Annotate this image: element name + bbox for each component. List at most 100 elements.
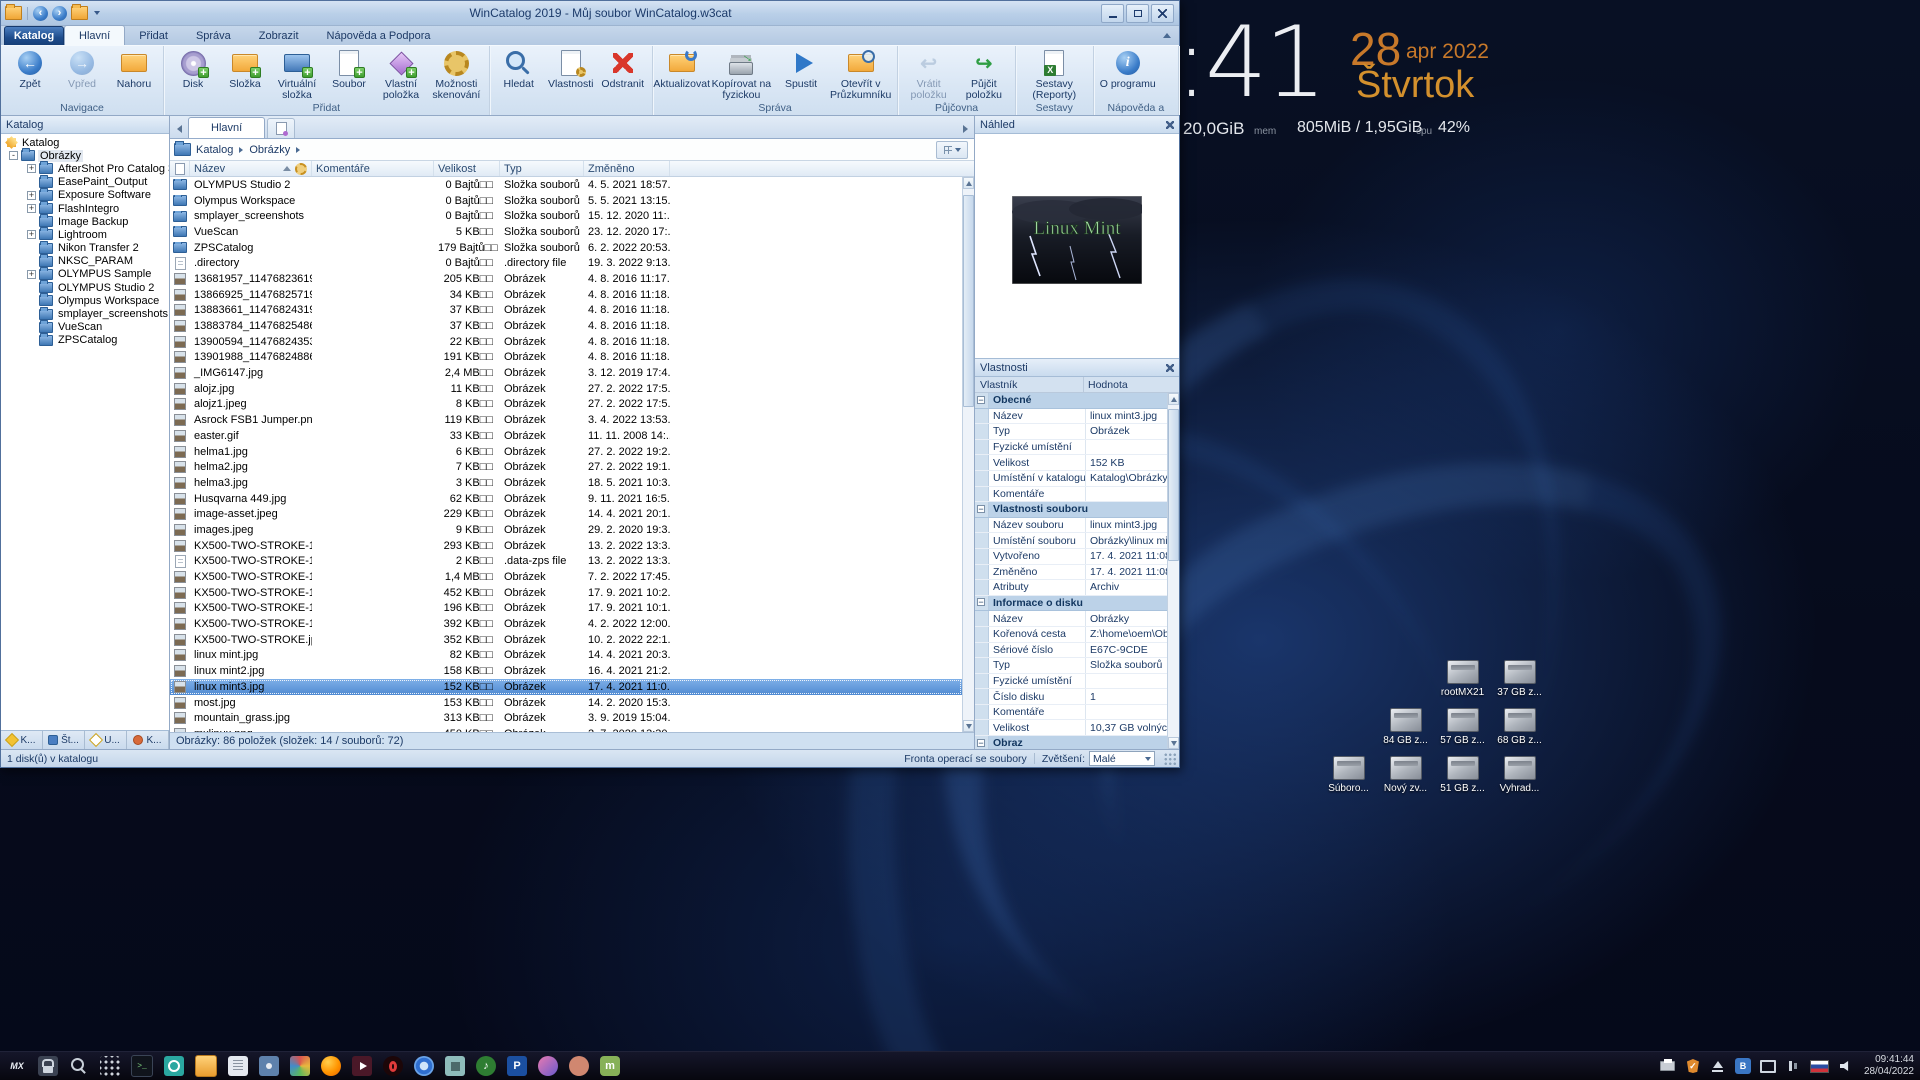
package-installer-icon[interactable]: [445, 1056, 465, 1076]
property-row[interactable]: Velikost 10,37 GB volných ...: [975, 720, 1167, 737]
tree-item[interactable]: Katalog: [1, 136, 169, 149]
search-icon[interactable]: [69, 1056, 89, 1076]
file-row[interactable]: 13900594_114768243530... 22 KB□□ Obrázek…: [170, 334, 962, 350]
audio-player-icon[interactable]: [476, 1056, 496, 1076]
close-preview-icon[interactable]: [1166, 120, 1174, 129]
desktop-drive-icon[interactable]: Súboro...: [1320, 756, 1377, 794]
slovak-flag-icon[interactable]: [1809, 1059, 1829, 1073]
desktop-drive-icon[interactable]: Nový zv...: [1377, 756, 1434, 794]
desktop-drive-icon[interactable]: 84 GB z...: [1377, 708, 1434, 746]
panel-tab[interactable]: U...: [85, 731, 127, 749]
file-row[interactable]: .directory 0 Bajtů□□ .directory file 19.…: [170, 255, 962, 271]
tree-expander-icon[interactable]: [27, 178, 36, 187]
file-row[interactable]: mountain_grass.jpg 313 KB□□ Obrázek 3. 9…: [170, 710, 962, 726]
scroll-up-icon[interactable]: [1168, 393, 1179, 405]
property-row[interactable]: Atributy Archiv: [975, 580, 1167, 596]
tree-item[interactable]: Image Backup: [1, 214, 169, 228]
tree-item[interactable]: smplayer_screenshots: [1, 306, 169, 320]
ribbon-button[interactable]: Půjčit položku: [956, 47, 1012, 102]
view-options-button[interactable]: [936, 140, 968, 159]
tree-expander-icon[interactable]: [27, 217, 36, 226]
property-row[interactable]: Číslo disku 1: [975, 689, 1167, 705]
file-row[interactable]: alojz1.jpeg 8 KB□□ Obrázek 27. 2. 2022 1…: [170, 397, 962, 413]
scroll-down-icon[interactable]: [1168, 737, 1179, 749]
ribbon-button[interactable]: Odstranit: [597, 47, 649, 102]
ribbon-tab[interactable]: Přidat: [125, 27, 182, 45]
file-row[interactable]: KX500-TWO-STROKE-1238... 293 KB□□ Obráze…: [170, 538, 962, 554]
column-header-comments[interactable]: Komentáře: [312, 161, 434, 176]
property-row[interactable]: Obraz: [975, 736, 1167, 749]
file-row[interactable]: _IMG6147.jpg 2,4 MB□□ Obrázek 3. 12. 201…: [170, 365, 962, 381]
tree-item[interactable]: + Lightroom: [1, 227, 169, 241]
mx-menu-icon[interactable]: [7, 1056, 27, 1076]
property-row[interactable]: Název souboru linux mint3.jpg: [975, 517, 1167, 534]
bluetooth-icon[interactable]: [1734, 1058, 1751, 1074]
file-row[interactable]: smplayer_screenshots 0 Bajtů□□ Složka so…: [170, 208, 962, 224]
ribbon-button[interactable]: Aktualizovat: [653, 47, 710, 102]
properties-column-value[interactable]: Hodnota: [1084, 377, 1179, 392]
scrollbar-thumb[interactable]: [1168, 409, 1179, 561]
file-row[interactable]: image-asset.jpeg 229 KB□□ Obrázek 14. 4.…: [170, 506, 962, 522]
ribbon-button[interactable]: Soubor: [323, 47, 375, 102]
file-row[interactable]: 13681957_114768236197... 205 KB□□ Obráze…: [170, 271, 962, 287]
settings-icon[interactable]: [259, 1056, 279, 1076]
ribbon-button[interactable]: Vlastnosti: [545, 47, 597, 102]
tree-expander-icon[interactable]: [27, 310, 36, 319]
file-row[interactable]: helma2.jpg 7 KB□□ Obrázek 27. 2. 2022 19…: [170, 459, 962, 475]
tree-item[interactable]: EasePaint_Output: [1, 174, 169, 189]
ribbon-button[interactable]: Otevřít v Průzkumníku: [827, 47, 894, 102]
resize-grip[interactable]: [1163, 751, 1177, 766]
property-row[interactable]: Typ Složka souborů: [975, 658, 1167, 674]
tree-item[interactable]: + AfterShot Pro Catalog 3: [1, 161, 169, 175]
desktop-drive-icon[interactable]: 57 GB z...: [1434, 708, 1491, 746]
property-row[interactable]: Vlastnosti souboru: [975, 502, 1167, 518]
property-row[interactable]: Informace o disku: [975, 595, 1167, 612]
mint-welcome-icon[interactable]: [600, 1056, 620, 1076]
panel-tab[interactable]: K...: [1, 731, 43, 749]
tree-item[interactable]: OLYMPUS Studio 2: [1, 280, 169, 294]
breadcrumb-arrow-icon[interactable]: [296, 146, 301, 153]
terminal-icon[interactable]: [131, 1055, 153, 1077]
scroll-down-icon[interactable]: [963, 720, 974, 732]
property-row[interactable]: Umístění souboru Obrázky\linux min...: [975, 533, 1167, 549]
desktop-drive-icon[interactable]: 51 GB z...: [1434, 756, 1491, 794]
screenshot-icon[interactable]: [164, 1056, 184, 1076]
lock-icon[interactable]: [38, 1056, 58, 1076]
property-row[interactable]: Sériové číslo E67C-9CDE: [975, 642, 1167, 659]
property-row[interactable]: Kořenová cesta Z:\home\oem\Obr...: [975, 626, 1167, 643]
panel-tab[interactable]: K...: [127, 731, 169, 749]
tree-expander-icon[interactable]: +: [27, 164, 36, 174]
tree-expander-icon[interactable]: [27, 336, 36, 345]
tree-item[interactable]: ZPSCatalog: [1, 332, 169, 347]
column-header-modified[interactable]: Změněno: [584, 161, 670, 176]
quick-back-icon[interactable]: ‹: [33, 5, 48, 21]
tree-expander-icon[interactable]: [27, 257, 36, 266]
column-filter-gear-icon[interactable]: [295, 162, 307, 175]
network-icon[interactable]: [1785, 1058, 1801, 1074]
tree-item[interactable]: VueScan: [1, 319, 169, 334]
new-tab-button[interactable]: [267, 118, 296, 138]
file-row[interactable]: helma1.jpg 6 KB□□ Obrázek 27. 2. 2022 19…: [170, 444, 962, 460]
property-row[interactable]: Obecné: [975, 393, 1167, 409]
file-row[interactable]: linux mint3.jpg 152 KB□□ Obrázek 17. 4. …: [170, 679, 962, 695]
ribbon-button[interactable]: Složka: [219, 47, 271, 102]
tree-expander-icon[interactable]: -: [9, 151, 18, 161]
file-row[interactable]: KX500-TWO-STROKE-1238... 1,4 MB□□ Obráze…: [170, 569, 962, 585]
property-row[interactable]: Typ Obrázek: [975, 424, 1167, 440]
breadcrumb-segment[interactable]: Obrázky: [249, 144, 290, 156]
firewall-shield-icon[interactable]: [1685, 1058, 1701, 1074]
photo-viewer-icon[interactable]: [538, 1056, 558, 1076]
file-operations-queue[interactable]: Fronta operací se soubory: [904, 753, 1027, 765]
column-header-icon[interactable]: [170, 161, 190, 176]
property-row[interactable]: Název Obrázky: [975, 611, 1167, 627]
property-row[interactable]: Název linux mint3.jpg: [975, 408, 1167, 425]
quick-folder-icon[interactable]: [71, 4, 88, 20]
breadcrumb-segment[interactable]: Katalog: [196, 144, 233, 156]
file-row[interactable]: Olympus Workspace 0 Bajtů□□ Složka soubo…: [170, 193, 962, 209]
desktop-drive-icon[interactable]: Vyhrad...: [1491, 756, 1548, 794]
file-manager-icon[interactable]: [195, 1055, 217, 1077]
properties-scrollbar[interactable]: [1167, 393, 1179, 749]
quick-forward-icon[interactable]: ›: [52, 5, 67, 21]
desktop-drive-icon[interactable]: 37 GB z...: [1491, 660, 1548, 698]
ribbon-button[interactable]: Zpět: [4, 47, 56, 102]
